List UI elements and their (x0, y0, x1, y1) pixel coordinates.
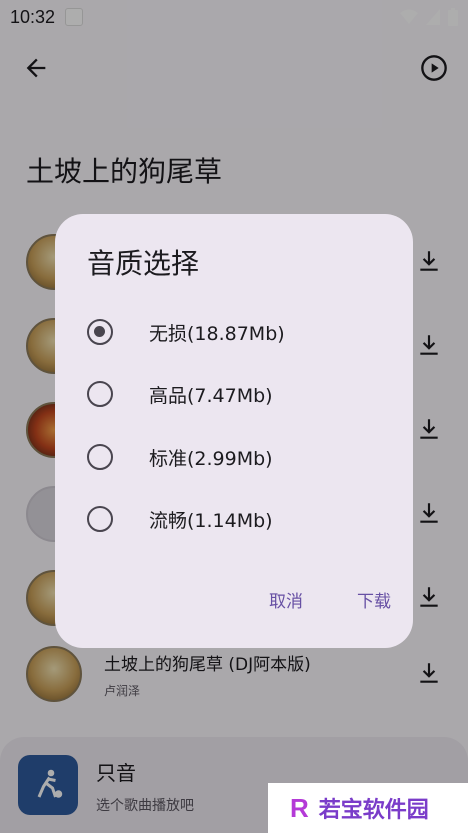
option-label: 无损(18.87Mb) (149, 322, 285, 345)
option-label: 标准(2.99Mb) (149, 447, 273, 470)
radio-button[interactable] (87, 381, 113, 407)
watermark: R 若宝软件园 (268, 783, 468, 833)
cancel-button[interactable]: 取消 (269, 587, 303, 612)
option-standard[interactable]: 标准(2.99Mb) (87, 437, 387, 477)
option-lossless[interactable]: 无损(18.87Mb) (87, 312, 387, 352)
option-label: 流畅(1.14Mb) (149, 509, 273, 532)
download-button[interactable]: 下载 (357, 587, 391, 612)
option-smooth[interactable]: 流畅(1.14Mb) (87, 499, 387, 539)
dialog-actions: 取消 下载 (269, 587, 391, 612)
quality-dialog: 音质选择 无损(18.87Mb) 高品(7.47Mb) 标准(2.99Mb) 流… (55, 214, 413, 648)
dialog-title: 音质选择 (87, 247, 200, 280)
watermark-text: 若宝软件园 (318, 798, 429, 823)
radio-button[interactable] (87, 444, 113, 470)
watermark-logo: R (290, 792, 309, 823)
radio-button[interactable] (87, 319, 113, 345)
option-high[interactable]: 高品(7.47Mb) (87, 374, 387, 414)
option-label: 高品(7.47Mb) (149, 384, 273, 407)
radio-button[interactable] (87, 506, 113, 532)
